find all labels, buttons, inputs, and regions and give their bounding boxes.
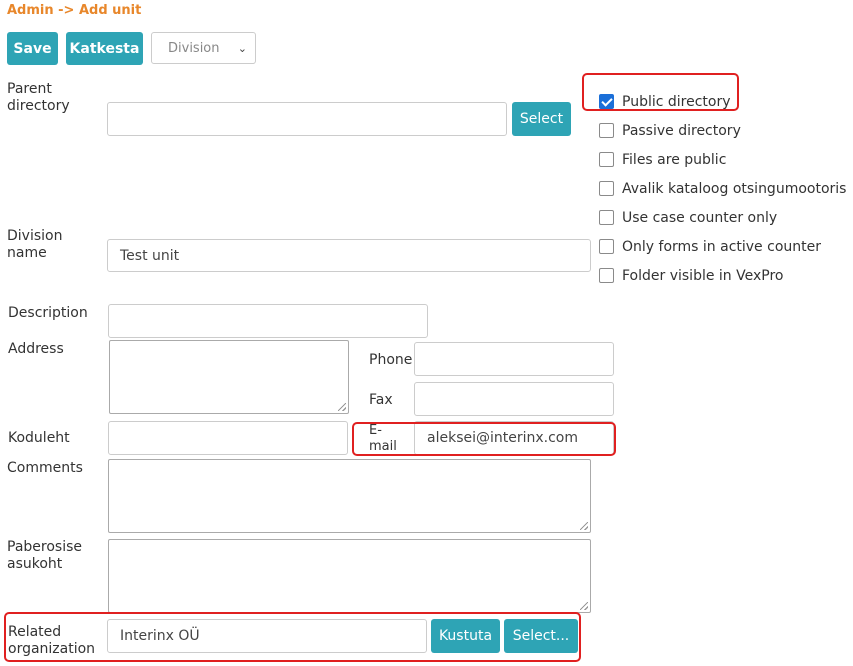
checkbox-label: Only forms in active counter: [622, 238, 821, 255]
checkbox-label: Use case counter only: [622, 209, 778, 226]
address-textarea[interactable]: [109, 340, 349, 414]
delete-organization-button[interactable]: Kustuta: [431, 619, 500, 653]
save-button[interactable]: Save: [7, 32, 58, 65]
paberosise-textarea[interactable]: [108, 539, 591, 613]
koduleht-label: Koduleht: [8, 430, 70, 446]
paberosise-label: Paberosise asukoht: [7, 539, 82, 572]
division-select[interactable]: Division ⌄: [151, 32, 256, 64]
description-label: Description: [8, 305, 88, 321]
division-name-label: Division name: [7, 228, 63, 261]
checkbox-folder-visible-vexpro[interactable]: Folder visible in VexPro: [599, 261, 846, 290]
parent-directory-input[interactable]: [107, 102, 507, 136]
resize-handle-icon[interactable]: [580, 602, 588, 610]
related-organization-label: Related organization: [8, 624, 96, 657]
checkbox-label: Files are public: [622, 151, 727, 168]
address-label: Address: [8, 341, 64, 357]
checkbox-unchecked-icon[interactable]: [599, 239, 614, 254]
division-select-value: Division: [168, 40, 220, 56]
checkbox-checked-icon[interactable]: [599, 94, 614, 109]
resize-handle-icon[interactable]: [338, 403, 346, 411]
koduleht-input[interactable]: [108, 421, 348, 455]
fax-input[interactable]: [414, 382, 614, 416]
phone-label: Phone: [369, 352, 413, 368]
checkbox-passive-directory[interactable]: Passive directory: [599, 116, 846, 145]
division-name-input[interactable]: Test unit: [107, 239, 591, 272]
cancel-button[interactable]: Katkesta: [66, 32, 143, 65]
phone-input[interactable]: [414, 342, 614, 376]
checkbox-unchecked-icon[interactable]: [599, 268, 614, 283]
comments-label: Comments: [7, 460, 83, 476]
checkbox-files-public[interactable]: Files are public: [599, 145, 846, 174]
checkbox-unchecked-icon[interactable]: [599, 123, 614, 138]
checkbox-avalik-kataloog[interactable]: Avalik kataloog otsingumootoris: [599, 174, 846, 203]
checkbox-public-directory[interactable]: Public directory: [599, 87, 846, 116]
chevron-down-icon: ⌄: [237, 42, 247, 55]
checkbox-list: Public directory Passive directory Files…: [599, 87, 846, 290]
email-label: E-mail: [369, 423, 397, 454]
resize-handle-icon[interactable]: [580, 522, 588, 530]
checkbox-unchecked-icon[interactable]: [599, 152, 614, 167]
email-input[interactable]: aleksei@interinx.com: [414, 421, 614, 455]
description-input[interactable]: [108, 304, 428, 338]
checkbox-only-forms-active[interactable]: Only forms in active counter: [599, 232, 846, 261]
checkbox-label: Avalik kataloog otsingumootoris: [622, 180, 847, 197]
parent-directory-label: Parent directory: [7, 81, 70, 114]
related-organization-input[interactable]: Interinx OÜ: [107, 619, 427, 653]
parent-directory-select-button[interactable]: Select: [512, 102, 571, 136]
checkbox-label: Public directory: [622, 93, 731, 110]
fax-label: Fax: [369, 392, 393, 408]
checkbox-unchecked-icon[interactable]: [599, 181, 614, 196]
select-organization-button[interactable]: Select...: [504, 619, 578, 653]
checkbox-label: Passive directory: [622, 122, 741, 139]
checkbox-label: Folder visible in VexPro: [622, 267, 784, 284]
breadcrumb: Admin -> Add unit: [7, 3, 142, 18]
comments-textarea[interactable]: [108, 459, 591, 533]
checkbox-use-case-counter[interactable]: Use case counter only: [599, 203, 846, 232]
checkbox-unchecked-icon[interactable]: [599, 210, 614, 225]
